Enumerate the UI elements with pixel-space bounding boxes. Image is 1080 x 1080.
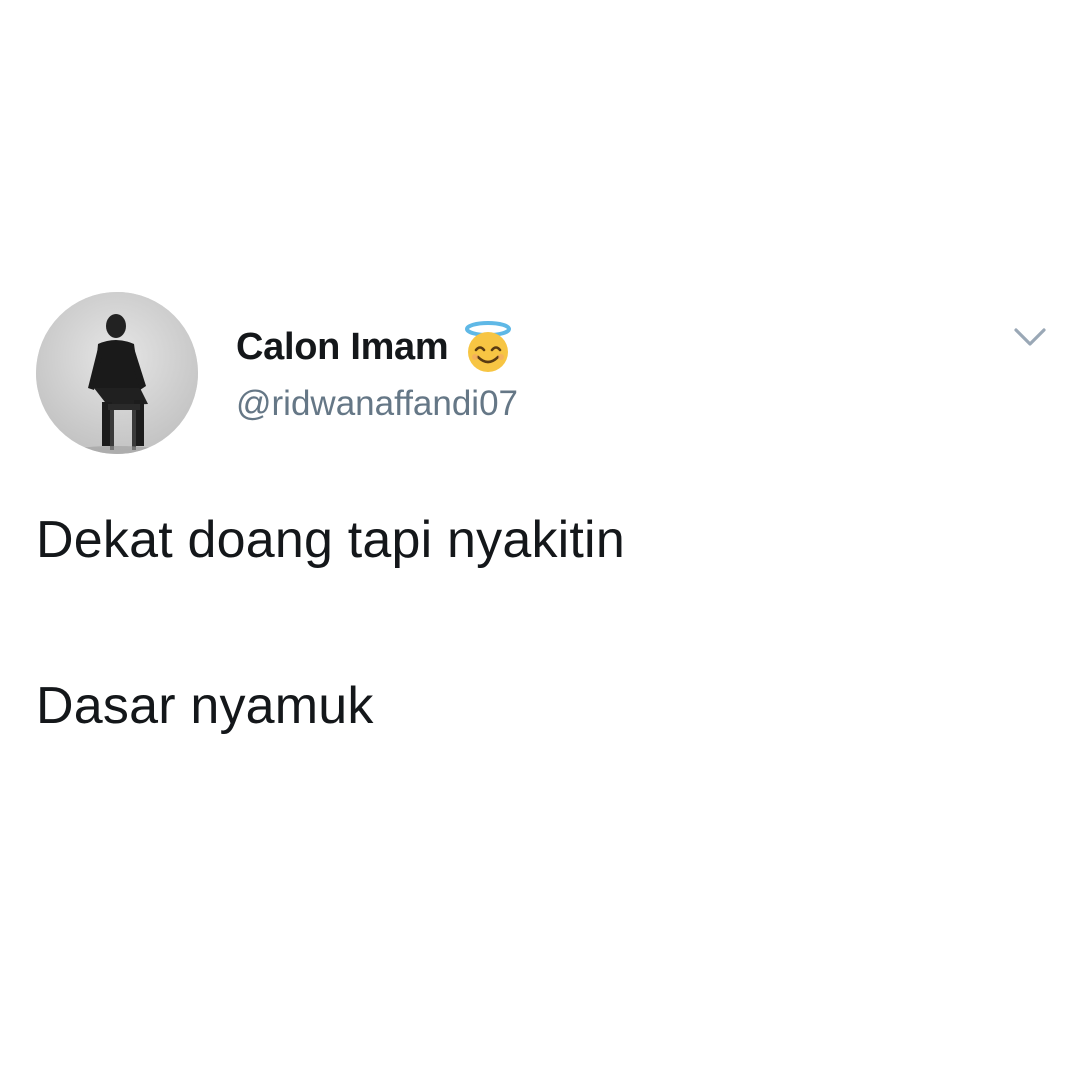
tweet-card: Calon Imam @ridwanaffandi07 Dekat doang … — [0, 0, 1080, 1080]
user-handle[interactable]: @ridwanaffandi07 — [236, 384, 518, 424]
avatar[interactable] — [36, 292, 198, 454]
display-name[interactable]: Calon Imam — [236, 326, 449, 369]
author-name-row: Calon Imam — [236, 320, 516, 374]
tweet-text-line: Dasar nyamuk — [36, 677, 374, 735]
tweet-text-line: Dekat doang tapi nyakitin — [36, 511, 625, 569]
chevron-down-icon[interactable] — [1008, 320, 1052, 356]
smiling-face-with-halo-icon — [460, 320, 516, 374]
